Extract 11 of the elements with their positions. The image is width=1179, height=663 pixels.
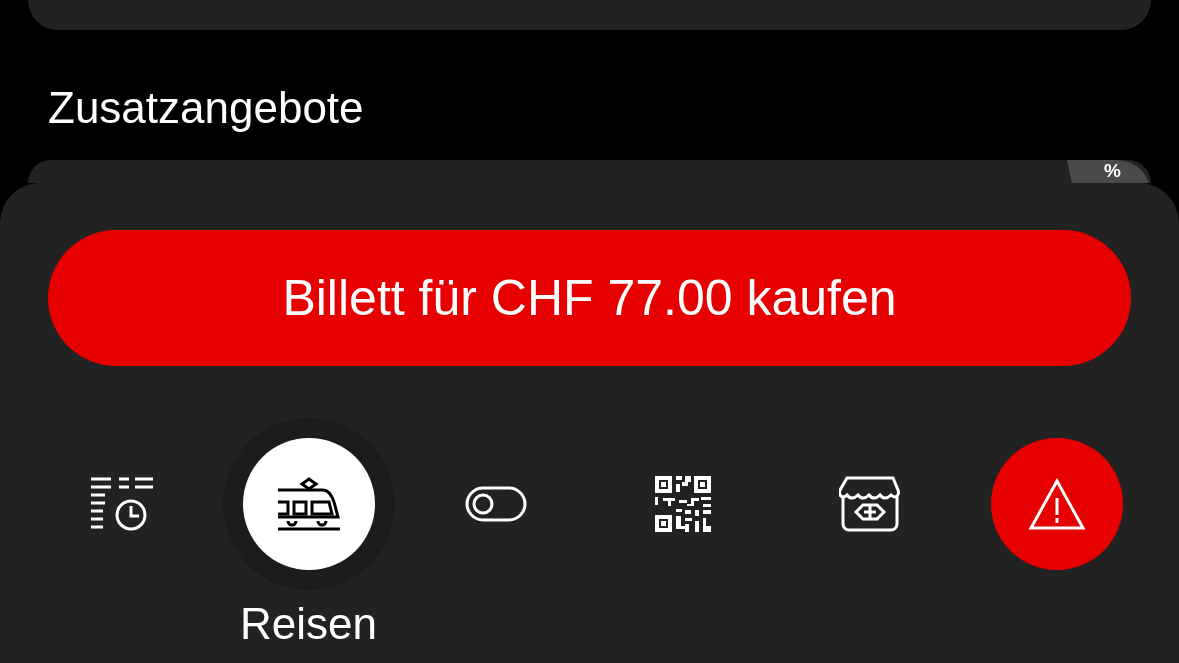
shop-icon — [838, 476, 901, 532]
section-title: Zusatzangebote — [48, 83, 364, 132]
toggle-icon — [464, 486, 527, 522]
buy-ticket-button[interactable]: Billett für CHF 77.00 kaufen — [48, 230, 1131, 366]
qr-code-icon — [654, 476, 711, 532]
warning-icon — [1027, 478, 1086, 530]
train-icon — [277, 477, 340, 531]
tab-label: Reisen — [240, 598, 377, 650]
timetable-clock-icon — [90, 477, 153, 531]
discount-label: % — [1104, 160, 1121, 182]
offer-card[interactable]: % — [28, 160, 1151, 183]
